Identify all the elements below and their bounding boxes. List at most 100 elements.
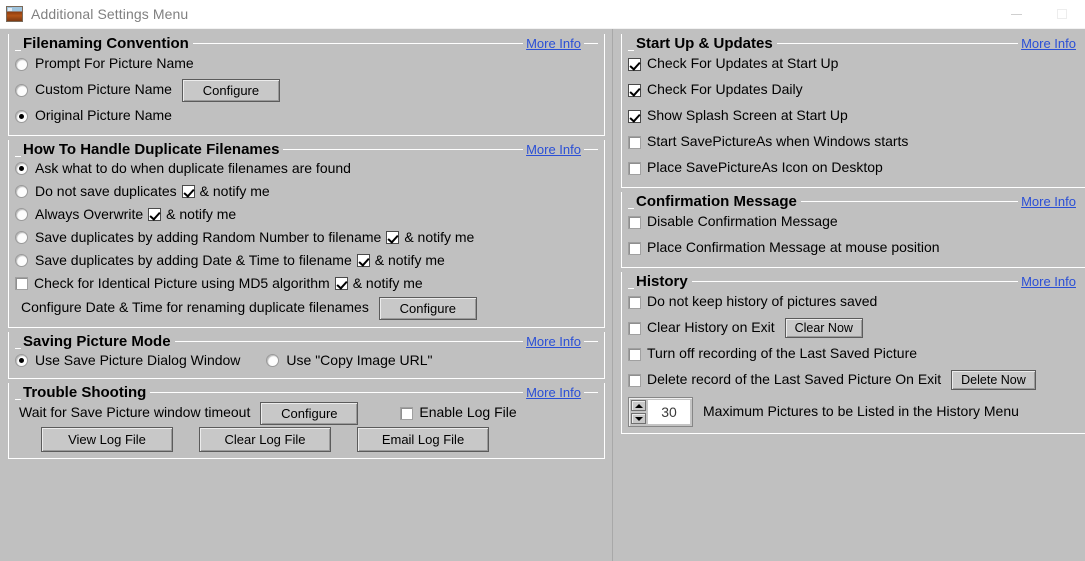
settings-content: Filenaming Convention More Info Prompt F…	[0, 29, 1085, 561]
radio-label: Prompt For Picture Name	[35, 55, 194, 72]
checkbox-row-disable-confirmation[interactable]: Disable Confirmation Message	[628, 209, 1079, 235]
chevron-up-icon	[634, 403, 643, 408]
radio-row-always-overwrite[interactable]: Always Overwrite & notify me	[15, 203, 598, 226]
checkbox-row-splash-screen[interactable]: Show Splash Screen at Start Up	[628, 103, 1079, 129]
checkbox-start-when-windows-starts[interactable]	[628, 135, 641, 149]
checkbox-row-start-with-windows[interactable]: Start SavePictureAs when Windows starts	[628, 129, 1079, 155]
checkbox-row-delete-last-saved-on-exit[interactable]: Delete record of the Last Saved Picture …	[628, 367, 1079, 393]
maximize-button[interactable]	[1039, 0, 1085, 28]
radio-row-date-time[interactable]: Save duplicates by adding Date & Time to…	[15, 249, 598, 272]
radio-row-custom-picture-name[interactable]: Custom Picture Name Configure	[15, 77, 598, 103]
more-info-link-trouble-shooting[interactable]: More Info	[523, 384, 584, 401]
checkbox-notify-do-not-save[interactable]	[181, 185, 195, 198]
checkbox-turn-off-recording-last-saved[interactable]	[628, 347, 641, 361]
checkbox-label: Delete record of the Last Saved Picture …	[647, 371, 942, 388]
radio-label: Do not save duplicates	[35, 182, 177, 199]
checkbox-row-no-history[interactable]: Do not keep history of pictures saved	[628, 289, 1079, 315]
group-title: How To Handle Duplicate Filenames	[23, 141, 280, 158]
group-title: Confirmation Message	[636, 193, 797, 210]
max-pictures-value[interactable]: 30	[648, 400, 690, 424]
configure-date-time-button[interactable]: Configure	[378, 296, 477, 320]
group-header: Confirmation Message More Info	[628, 192, 1079, 210]
radio-do-not-save-duplicates[interactable]	[15, 185, 28, 198]
checkbox-row-clear-history-on-exit[interactable]: Clear History on Exit Clear Now	[628, 315, 1079, 341]
stepper-decrement-button[interactable]	[631, 413, 646, 424]
group-header: Trouble Shooting More Info	[15, 383, 598, 401]
radio-use-save-picture-dialog[interactable]	[15, 354, 28, 367]
checkbox-row-check-updates-daily[interactable]: Check For Updates Daily	[628, 77, 1079, 103]
checkbox-notify-md5[interactable]	[334, 277, 348, 290]
group-header: How To Handle Duplicate Filenames More I…	[15, 140, 598, 158]
group-trouble-shooting: Trouble Shooting More Info Wait for Save…	[8, 383, 605, 459]
checkbox-check-updates-at-start-up[interactable]	[628, 57, 641, 71]
checkbox-label: Place SavePictureAs Icon on Desktop	[647, 159, 883, 176]
radio-use-copy-image-url[interactable]	[266, 354, 280, 367]
max-pictures-label: Maximum Pictures to be Listed in the His…	[703, 403, 1019, 420]
checkbox-clear-history-on-exit[interactable]	[628, 321, 641, 335]
radio-row-prompt-for-picture-name[interactable]: Prompt For Picture Name	[15, 51, 598, 77]
checkbox-place-icon-on-desktop[interactable]	[628, 161, 641, 175]
minimize-button[interactable]	[993, 0, 1039, 28]
radio-add-date-time[interactable]	[15, 254, 28, 267]
notify-label: & notify me	[166, 205, 237, 222]
view-log-file-button[interactable]: View Log File	[41, 426, 173, 452]
checkbox-row-turn-off-last-saved[interactable]: Turn off recording of the Last Saved Pic…	[628, 341, 1079, 367]
checkbox-notify-random-number[interactable]	[386, 231, 400, 244]
checkbox-row-confirmation-at-mouse[interactable]: Place Confirmation Message at mouse posi…	[628, 235, 1079, 261]
radio-ask-what-to-do[interactable]	[15, 162, 28, 175]
checkbox-confirmation-at-mouse-position[interactable]	[628, 241, 641, 255]
stepper-increment-button[interactable]	[631, 400, 646, 411]
left-column: Filenaming Convention More Info Prompt F…	[0, 29, 613, 561]
checkbox-show-splash-screen[interactable]	[628, 109, 641, 123]
radio-row-ask-what-to-do[interactable]: Ask what to do when duplicate filenames …	[15, 157, 598, 180]
radio-custom-picture-name[interactable]	[15, 83, 28, 97]
configure-timeout-button[interactable]: Configure	[260, 401, 359, 425]
radio-always-overwrite[interactable]	[15, 208, 28, 221]
radio-prompt-for-picture-name[interactable]	[15, 57, 28, 71]
notify-label: & notify me	[374, 251, 445, 268]
radio-label: Original Picture Name	[35, 107, 172, 124]
email-log-file-button[interactable]: Email Log File	[357, 426, 489, 452]
more-info-link-duplicates[interactable]: More Info	[523, 141, 584, 158]
more-info-link-history[interactable]: More Info	[1018, 273, 1079, 290]
group-start-up-updates: Start Up & Updates More Info Check For U…	[621, 34, 1085, 188]
radio-row-original-picture-name[interactable]: Original Picture Name	[15, 103, 598, 129]
checkbox-enable-log-file[interactable]	[400, 406, 414, 420]
delete-now-button[interactable]: Delete Now	[951, 370, 1036, 390]
checkbox-md5-identical-picture[interactable]	[15, 277, 28, 290]
checkbox-check-updates-daily[interactable]	[628, 83, 641, 97]
group-rule	[691, 281, 1019, 282]
checkbox-row-check-updates-startup[interactable]: Check For Updates at Start Up	[628, 51, 1079, 77]
radio-label: Ask what to do when duplicate filenames …	[35, 159, 351, 176]
checkbox-notify-always-overwrite[interactable]	[148, 208, 162, 221]
log-buttons-row: View Log File Clear Log File Email Log F…	[15, 426, 598, 452]
radio-add-random-number[interactable]	[15, 231, 28, 244]
max-pictures-stepper[interactable]: 30	[628, 397, 693, 427]
radio-row-do-not-save-duplicates[interactable]: Do not save duplicates & notify me	[15, 180, 598, 203]
configure-custom-picture-name-button[interactable]: Configure	[181, 78, 280, 102]
group-rule	[174, 341, 524, 342]
checkbox-row-md5[interactable]: Check for Identical Picture using MD5 al…	[15, 272, 598, 295]
group-rule-end	[584, 392, 598, 393]
right-column: Start Up & Updates More Info Check For U…	[613, 29, 1085, 561]
radio-row-random-number[interactable]: Save duplicates by adding Random Number …	[15, 226, 598, 249]
group-saving-picture-mode: Saving Picture Mode More Info Use Save P…	[8, 332, 605, 379]
checkbox-label: Show Splash Screen at Start Up	[647, 107, 848, 124]
radio-label: Use Save Picture Dialog Window	[35, 351, 241, 368]
checkbox-delete-last-saved-on-exit[interactable]	[628, 373, 641, 387]
group-header: Saving Picture Mode More Info	[15, 332, 598, 350]
checkbox-label: Check For Updates at Start Up	[647, 55, 839, 72]
checkbox-disable-confirmation-message[interactable]	[628, 215, 641, 229]
more-info-link-startup[interactable]: More Info	[1018, 35, 1079, 52]
stepper-buttons	[629, 398, 648, 426]
more-info-link-saving-mode[interactable]: More Info	[523, 333, 584, 350]
configure-date-time-row: Configure Date & Time for renaming dupli…	[15, 295, 598, 321]
checkbox-notify-date-time[interactable]	[356, 254, 370, 267]
checkbox-row-desktop-icon[interactable]: Place SavePictureAs Icon on Desktop	[628, 155, 1079, 181]
radio-original-picture-name[interactable]	[15, 109, 28, 123]
checkbox-do-not-keep-history[interactable]	[628, 295, 641, 309]
more-info-link-confirmation[interactable]: More Info	[1018, 193, 1079, 210]
clear-now-button[interactable]: Clear Now	[784, 318, 863, 338]
clear-log-file-button[interactable]: Clear Log File	[199, 426, 331, 452]
more-info-link-filenaming[interactable]: More Info	[523, 35, 584, 52]
